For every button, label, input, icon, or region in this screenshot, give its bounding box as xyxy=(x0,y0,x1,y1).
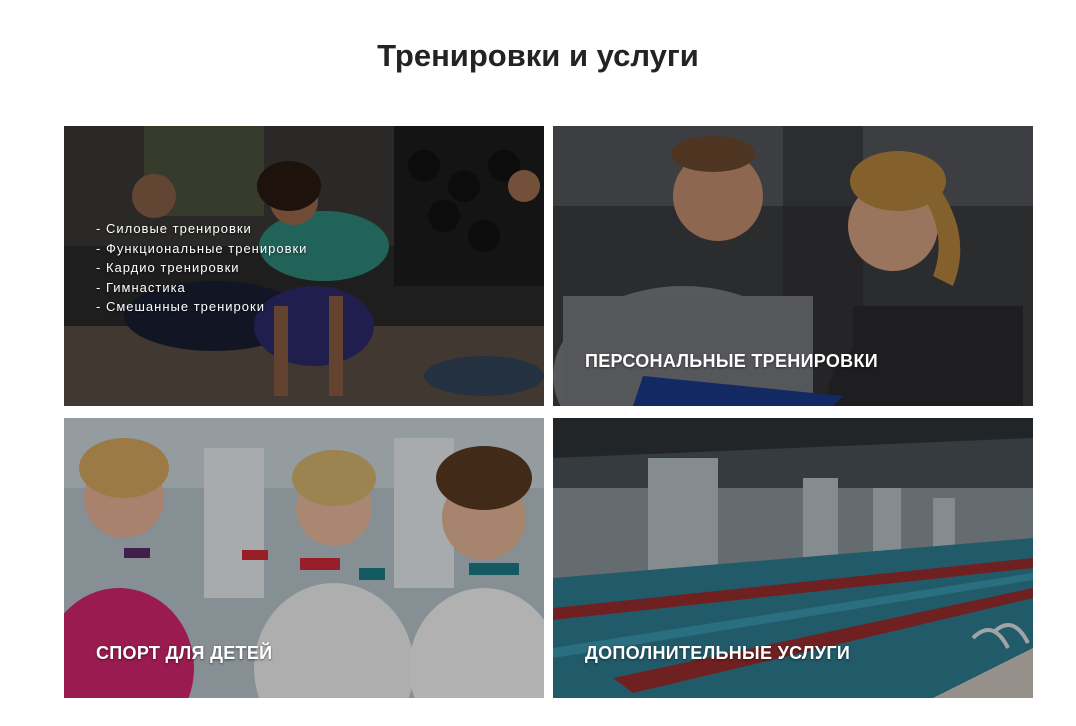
additional-services-label: ДОПОЛНИТЕЛЬНЫЕ УСЛУГИ xyxy=(585,643,851,663)
personal-training-card[interactable]: ПЕРСОНАЛЬНЫЕ ТРЕНИРОВКИ xyxy=(553,126,1033,406)
training-types-list: - Силовые тренировки - Функциональные тр… xyxy=(96,219,307,317)
personal-training-label: ПЕРСОНАЛЬНЫЕ ТРЕНИРОВКИ xyxy=(585,351,879,371)
list-item: - Силовые тренировки xyxy=(96,221,252,236)
group-training-card[interactable]: - Силовые тренировки - Функциональные тр… xyxy=(64,126,544,406)
kids-sport-card[interactable]: СПОРТ ДЛЯ ДЕТЕЙ xyxy=(64,418,544,698)
list-item: - Гимнастика xyxy=(96,279,186,295)
list-item: - Функциональные тренировки xyxy=(96,240,308,256)
list-item: - Смешанные тренироки xyxy=(96,299,265,314)
kids-sport-label: СПОРТ ДЛЯ ДЕТЕЙ xyxy=(96,643,273,663)
section-title: Тренировки и услуги xyxy=(377,38,699,73)
additional-services-card[interactable]: ДОПОЛНИТЕЛЬНЫЕ УСЛУГИ xyxy=(553,418,1033,698)
list-item: - Кардио тренировки xyxy=(96,260,240,275)
